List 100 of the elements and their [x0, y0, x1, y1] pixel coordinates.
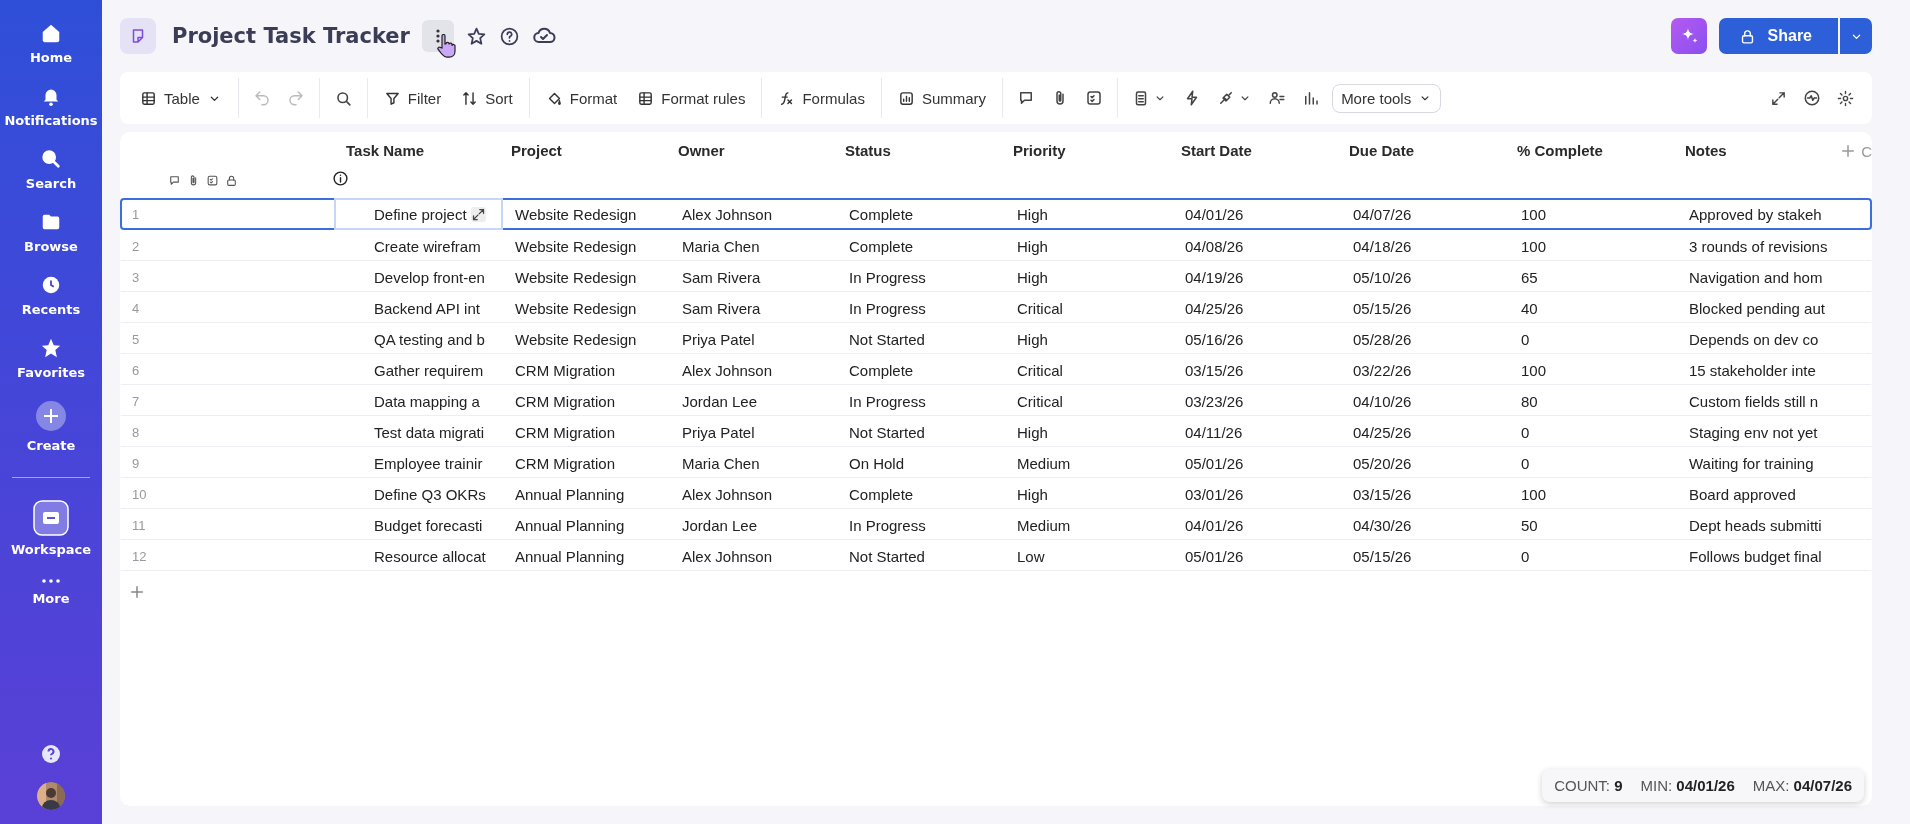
table-row[interactable]: 4 Backend API int Website Redesign Sam Rivera In Progress Critical 04/25/26 05/15/26 40 Blocked pending aut [120, 292, 1872, 323]
column-header[interactable]: Owner [666, 135, 833, 159]
table-cell: Test data migrati [374, 423, 485, 441]
row-number: 12 [131, 548, 148, 564]
table-cell-text: 04/11/26 [1184, 423, 1244, 441]
table-cell-text: CRM Migration [514, 361, 617, 379]
toolbar-button[interactable]: Filter [373, 83, 452, 113]
table-cell-text: Custom fields still n [1688, 392, 1820, 410]
expand-cell-icon[interactable] [470, 206, 486, 222]
toolbar-button[interactable]: Summary [887, 83, 997, 113]
plus-icon [128, 583, 146, 601]
table-cell-text: 05/01/26 [1184, 454, 1245, 472]
clock-icon [40, 274, 62, 296]
toolbar-button[interactable]: Sort [451, 83, 523, 113]
app-icon[interactable] [120, 18, 156, 54]
column-header[interactable]: % Complete [1505, 135, 1673, 159]
sidebar-item[interactable]: Notifications [4, 85, 98, 128]
table-cell-text: Critical [1016, 299, 1064, 317]
column-header[interactable]: Task Name [334, 135, 499, 159]
table-row[interactable]: 1 Define project Website Redesign Alex Johnson Complete High 04/01/26 04/07/26 100 Approved by stakeh [120, 198, 1872, 230]
row-number: 6 [131, 362, 141, 378]
toolbar-button[interactable]: Format rules [627, 83, 756, 113]
sidebar-item[interactable]: More [32, 577, 70, 606]
table-cell-text: 03/15/26 [1184, 361, 1245, 379]
sidebar-item[interactable]: Create [26, 400, 76, 453]
column-header[interactable]: Notes [1673, 135, 1826, 159]
help-button[interactable] [499, 25, 520, 47]
table-cell-text: 50 [1520, 516, 1539, 534]
favorite-button[interactable] [466, 25, 487, 47]
table-cell-text: Website Redesign [514, 330, 638, 348]
table-cell-text: 100 [1520, 237, 1548, 255]
sidebar-item[interactable]: Recents [21, 274, 81, 317]
table-cell-text: CRM Migration [514, 454, 617, 472]
table-cell-text: High [1016, 423, 1049, 441]
table-cell-text: 04/19/26 [1184, 268, 1245, 286]
table-row[interactable]: 6 Gather requirem CRM Migration Alex Johnson Complete Critical 03/15/26 03/22/26 100 15 stakeholder inte [120, 354, 1872, 385]
column-header[interactable]: Project [499, 135, 666, 159]
table-row[interactable]: 8 Test data migrati CRM Migration Priya Patel Not Started High 04/11/26 04/25/26 0 Staging env not yet [120, 416, 1872, 447]
sort-icon [461, 89, 479, 107]
table-cell-text: Follows budget final [1688, 547, 1823, 565]
sidebar-item[interactable]: Browse [24, 211, 78, 254]
help-icon [499, 25, 520, 47]
table-row[interactable]: 3 Develop front-en Website Redesign Sam Rivera In Progress High 04/19/26 05/10/26 65 Navigation and hom [120, 261, 1872, 292]
table-cell-text: 04/18/26 [1352, 237, 1413, 255]
table-row[interactable]: 7 Data mapping a CRM Migration Jordan Lee In Progress Critical 03/23/26 04/10/26 80 Custom fields still n [120, 385, 1872, 416]
table-cell: Data mapping a [374, 392, 480, 410]
help-icon[interactable] [41, 744, 61, 764]
share-button[interactable]: Share [1718, 18, 1838, 54]
table-cell-text: On Hold [848, 454, 906, 472]
table-row[interactable]: 2 Create wirefram Website Redesign Maria Chen Complete High 04/08/26 04/18/26 100 3 rounds of revisions [120, 230, 1872, 261]
table-cell-text: 03/15/26 [1352, 485, 1413, 503]
report-icon [897, 89, 915, 107]
sidebar-item[interactable]: Search [25, 148, 77, 191]
sidebar-item[interactable]: Workspace [10, 500, 92, 557]
table-cell-text: 05/16/26 [1184, 330, 1245, 348]
column-header[interactable]: Start Date [1169, 135, 1337, 159]
table-cell-text: Medium [1016, 516, 1072, 534]
workspace-icon [33, 500, 69, 536]
table-cell-text: Website Redesign [514, 299, 638, 317]
table-cell-text: Not Started [848, 547, 926, 565]
table-row[interactable]: 9 Employee trainir CRM Migration Maria Chen On Hold Medium 05/01/26 05/20/26 0 Waiting for training [120, 447, 1872, 478]
table-cell-text: CRM Migration [514, 423, 617, 441]
column-header[interactable]: Due Date [1337, 135, 1505, 159]
table-cell-text: Staging env not yet [1688, 423, 1819, 441]
table-cell-text: Depends on dev co [1688, 330, 1820, 348]
table-row[interactable]: 5 QA testing and b Website Redesign Priya Patel Not Started High 05/16/26 05/28/26 0 Depends on dev co [120, 323, 1872, 354]
sidebar-item[interactable]: Home [29, 22, 73, 65]
table-cell-text: 04/25/26 [1352, 423, 1413, 441]
toolbar-button[interactable]: Formulas [768, 83, 875, 113]
sidebar-item[interactable]: Favorites [17, 337, 85, 380]
table-cell: Create wirefram [374, 237, 481, 255]
table-grid-icon [140, 89, 157, 107]
table-cell-text: 40 [1520, 299, 1539, 317]
share-options-button[interactable] [1840, 18, 1872, 54]
column-header[interactable]: Status [833, 135, 1001, 159]
table-cell-text: Website Redesign [514, 205, 638, 223]
table-cell-text: 03/01/26 [1184, 485, 1245, 503]
summary-stat: MIN: 04/01/26 [1640, 777, 1735, 794]
table-row[interactable]: 12 Resource allocat Annual Planning Alex Johnson Not Started Low 05/01/26 05/15/26 0 Follows budget final [120, 540, 1872, 571]
column-header[interactable]: Priority [1001, 135, 1169, 159]
table-cell-text: 15 stakeholder inte [1688, 361, 1817, 379]
table-cell-text: High [1016, 237, 1049, 255]
table-row[interactable]: 11 Budget forecasti Annual Planning Jordan Lee In Progress Medium 04/01/26 04/30/26 50 Dept heads submitti [120, 509, 1872, 540]
table-cell-text: 0 [1520, 454, 1531, 472]
more-tools-dropdown[interactable]: More tools [1332, 83, 1442, 113]
table-cell-text: In Progress [848, 516, 927, 534]
table-row[interactable]: 10 Define Q3 OKRs Annual Planning Alex Johnson Complete High 03/01/26 03/15/26 100 Board approved [120, 478, 1872, 509]
table-cell-text: 05/15/26 [1352, 547, 1413, 565]
table-cell-text: Not Started [848, 330, 926, 348]
table-cell: Define Q3 OKRs [374, 485, 486, 503]
toolbar-button[interactable]: Format [535, 83, 628, 113]
view-switcher[interactable]: Table [130, 83, 232, 113]
table-cell-text: Annual Planning [514, 485, 626, 503]
ai-assistant-button[interactable] [1670, 18, 1707, 54]
table-cell-text: 05/28/26 [1352, 330, 1413, 348]
activity-icon [1803, 89, 1821, 107]
table-cell-text: Maria Chen [681, 454, 761, 472]
info-icon[interactable] [332, 169, 349, 187]
checklist-icon [1085, 89, 1104, 107]
table-cell: Budget forecasti [374, 516, 483, 534]
